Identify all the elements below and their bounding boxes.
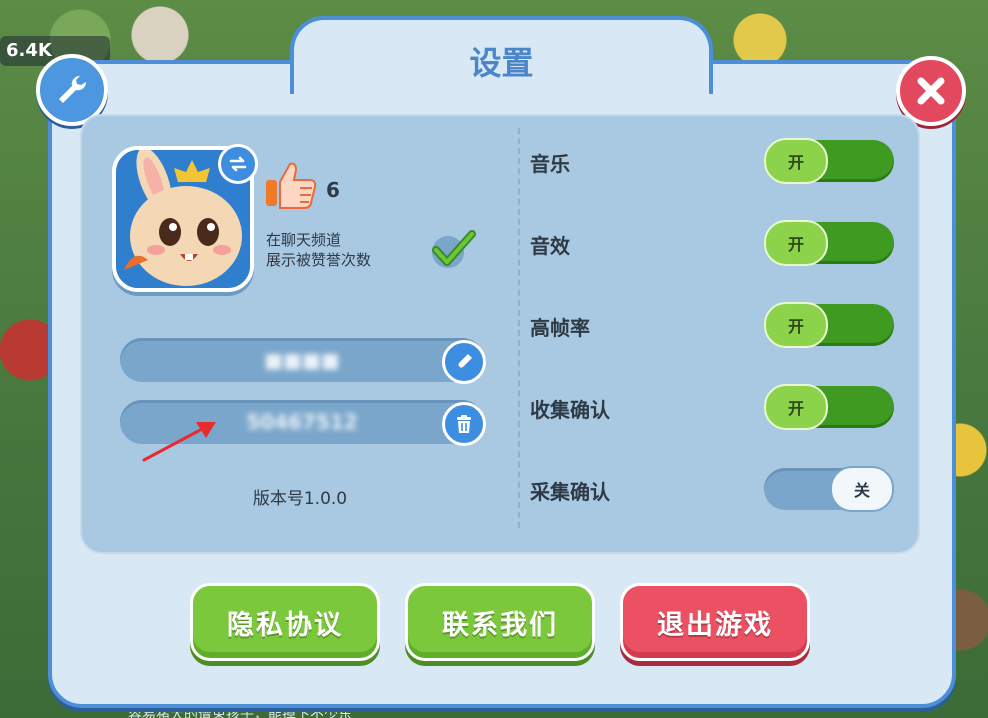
collect-confirm-toggle[interactable]: 开	[764, 384, 894, 430]
likes-count: 6	[326, 178, 340, 202]
edit-name-button[interactable]	[442, 340, 486, 384]
player-name-field: ■■■■	[120, 338, 486, 384]
trash-icon	[457, 415, 471, 433]
gather-confirm-toggle-knob: 关	[830, 466, 894, 512]
setting-gather-confirm-label: 采集确认	[530, 480, 610, 504]
annotation-arrow	[142, 422, 216, 462]
dialog-title: 设置	[469, 44, 534, 82]
resource-counter-value: 6.4K	[6, 40, 52, 61]
music-toggle-knob: 开	[764, 138, 828, 184]
thumbs-up-icon	[266, 162, 317, 209]
swap-icon	[229, 156, 247, 172]
sfx-toggle[interactable]: 开	[764, 220, 894, 266]
setting-collect-confirm-label: 收集确认	[530, 398, 610, 422]
setting-framerate-label: 高帧率	[530, 316, 590, 340]
panel-divider	[518, 128, 520, 528]
exit-game-button[interactable]: 退出游戏	[620, 583, 810, 661]
collect-confirm-toggle-knob: 开	[764, 384, 828, 430]
setting-music-label: 音乐	[530, 152, 570, 176]
framerate-toggle[interactable]: 开	[764, 302, 894, 348]
framerate-toggle-knob: 开	[764, 302, 828, 348]
music-toggle[interactable]: 开	[764, 138, 894, 184]
privacy-policy-button[interactable]: 隐私协议	[190, 583, 380, 661]
contact-us-button[interactable]: 联系我们	[405, 583, 595, 661]
gather-confirm-toggle[interactable]: 关	[764, 466, 894, 512]
check-icon[interactable]	[430, 228, 476, 270]
pencil-icon	[457, 354, 472, 369]
version-label: 版本号1.0.0	[252, 489, 348, 509]
setting-sfx-label: 音效	[530, 234, 570, 258]
swap-avatar-button[interactable]	[218, 144, 258, 184]
chat-display-label: 在聊天频道 展示被赞誉次数	[266, 231, 372, 269]
player-name-value: ■■■■	[264, 348, 340, 372]
close-icon	[917, 77, 945, 105]
sfx-toggle-knob: 开	[764, 220, 828, 266]
delete-button[interactable]	[442, 402, 486, 446]
